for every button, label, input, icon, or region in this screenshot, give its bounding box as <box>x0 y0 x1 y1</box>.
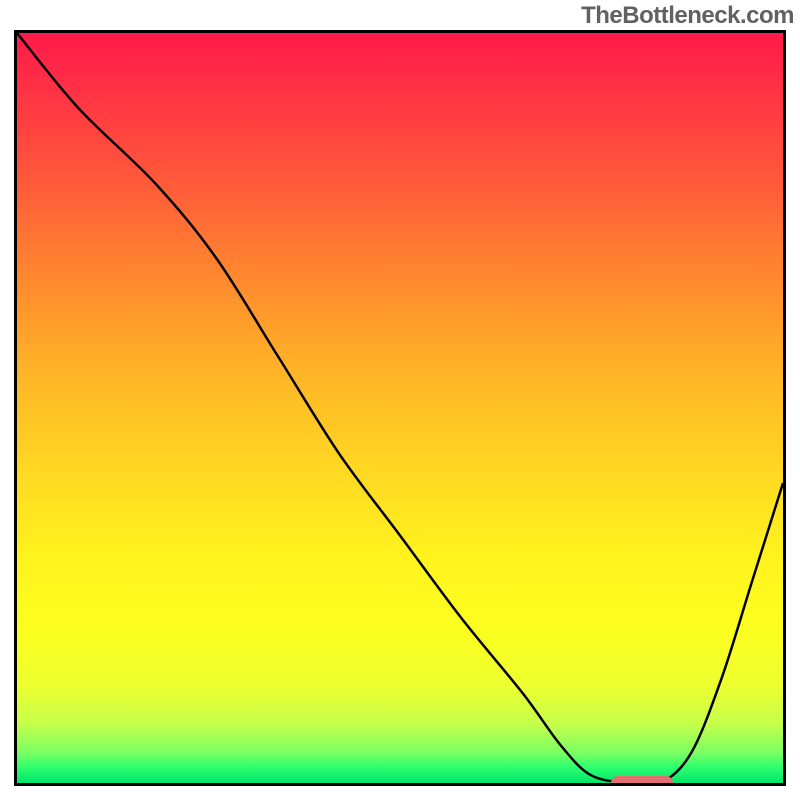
bottleneck-chart: TheBottleneck.com <box>0 0 800 800</box>
curve-path <box>17 33 783 783</box>
optimal-range-marker <box>611 776 673 786</box>
bottleneck-curve <box>17 33 783 783</box>
plot-area <box>14 30 786 786</box>
watermark-text: TheBottleneck.com <box>581 2 794 30</box>
